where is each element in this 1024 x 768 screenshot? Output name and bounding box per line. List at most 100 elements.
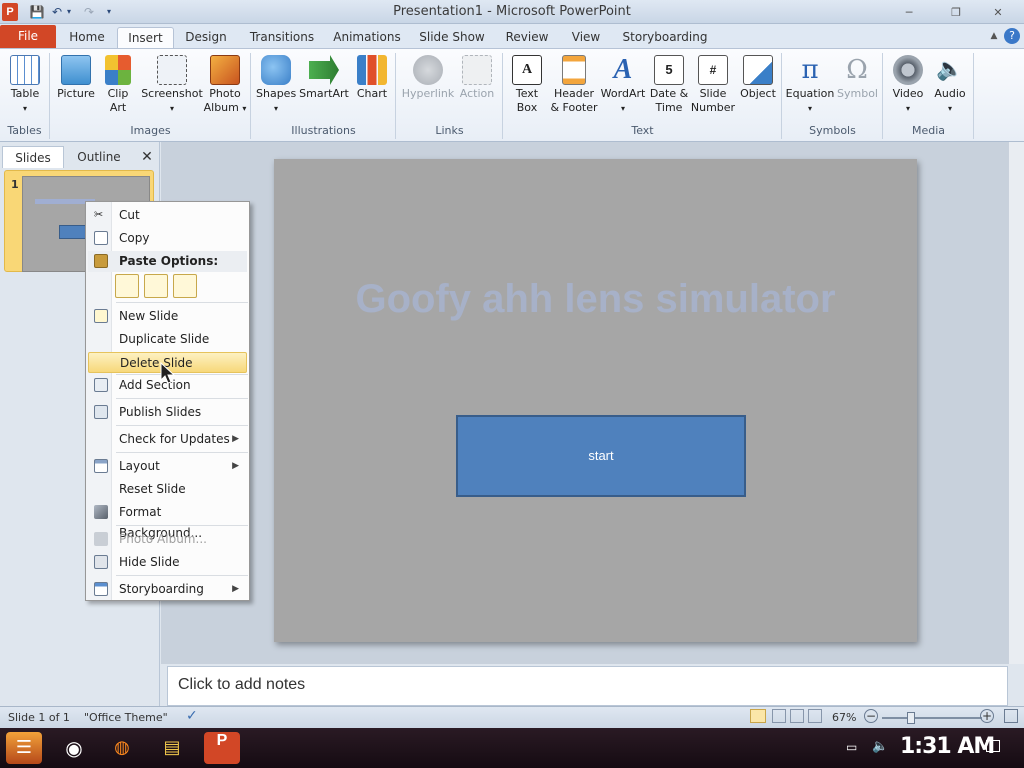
- title-bar: P 💾 ↶ ▾ ↷ ▾ Presentation1 - Microsoft Po…: [0, 0, 1024, 24]
- normal-view-icon[interactable]: [750, 709, 766, 723]
- menu-separator: [116, 452, 248, 453]
- use-destination-theme-icon[interactable]: [115, 274, 139, 298]
- minimize-button[interactable]: ─: [897, 5, 921, 21]
- volume-icon[interactable]: 🔈: [872, 739, 888, 754]
- new-slide-icon: [94, 309, 108, 323]
- video-button[interactable]: Video ▾: [888, 55, 928, 116]
- tab-file[interactable]: File: [0, 25, 56, 48]
- shapes-icon: [261, 55, 291, 85]
- menu-item-cut[interactable]: ✂ Cut: [88, 205, 247, 226]
- menu-header-paste-options: Paste Options:: [88, 251, 247, 272]
- table-button[interactable]: Table ▾: [6, 55, 44, 116]
- add-section-icon: [94, 378, 108, 392]
- firefox-icon[interactable]: ◍: [104, 732, 140, 764]
- zoom-slider-thumb[interactable]: [907, 712, 915, 724]
- equation-button[interactable]: π Equation ▾: [785, 55, 835, 116]
- notes-pane[interactable]: Click to add notes: [167, 666, 1008, 706]
- restore-button[interactable]: ❐: [944, 5, 968, 21]
- menu-item-check-for-updates[interactable]: Check for Updates ▶: [88, 429, 247, 450]
- audio-button[interactable]: 🔈 Audio ▾: [930, 55, 970, 116]
- zoom-slider-track[interactable]: [882, 717, 982, 719]
- tab-home[interactable]: Home: [62, 27, 112, 49]
- ribbon-group-label: Media: [911, 124, 946, 137]
- action-button[interactable]: Action: [457, 55, 497, 101]
- menu-item-new-slide[interactable]: New Slide: [88, 306, 247, 327]
- tab-review[interactable]: Review: [500, 27, 554, 49]
- hyperlink-button[interactable]: Hyperlink: [401, 55, 455, 101]
- tab-slides[interactable]: Slides: [2, 146, 64, 168]
- help-icon[interactable]: ?: [1004, 28, 1020, 44]
- ribbon-group-tables: Table ▾ Tables: [0, 53, 50, 139]
- slide-context-menu: ✂ Cut Copy Paste Options: New Slide Dupl…: [85, 201, 250, 601]
- redo-icon[interactable]: ↷: [80, 3, 98, 21]
- powerpoint-taskbar-icon[interactable]: P: [204, 732, 240, 764]
- fit-slide-icon[interactable]: [1004, 709, 1018, 723]
- chrome-icon[interactable]: ◉: [56, 732, 92, 764]
- wordart-button[interactable]: A WordArt ▾: [600, 55, 646, 116]
- clip-art-button[interactable]: Clip Art: [103, 55, 133, 115]
- close-button[interactable]: ✕: [986, 5, 1010, 21]
- slide-number-button[interactable]: # Slide Number: [690, 55, 736, 115]
- screenshot-button[interactable]: Screenshot ▾: [139, 55, 205, 116]
- menu-item-storyboarding[interactable]: Storyboarding ▶: [88, 579, 247, 600]
- menu-item-photo-album[interactable]: Photo Album...: [88, 529, 247, 550]
- hyperlink-icon: [413, 55, 443, 85]
- date-time-button[interactable]: 5 Date & Time: [648, 55, 690, 115]
- format-background-icon: [94, 505, 108, 519]
- storyboarding-icon: [94, 582, 108, 596]
- menu-item-duplicate-slide[interactable]: Duplicate Slide: [88, 329, 247, 350]
- tab-animations[interactable]: Animations: [331, 27, 403, 49]
- reading-view-icon[interactable]: [790, 709, 804, 723]
- spell-check-icon[interactable]: ✓: [186, 708, 198, 724]
- symbol-button[interactable]: Ω Symbol: [837, 55, 878, 101]
- menu-item-copy[interactable]: Copy: [88, 228, 247, 249]
- picture-paste-icon[interactable]: [173, 274, 197, 298]
- minimize-ribbon-icon[interactable]: ▲: [986, 28, 1002, 44]
- picture-button[interactable]: Picture: [53, 55, 99, 101]
- vertical-scrollbar[interactable]: [1008, 142, 1024, 664]
- submenu-arrow-icon: ▶: [232, 584, 239, 594]
- object-button[interactable]: Object: [738, 55, 778, 101]
- menu-item-publish-slides[interactable]: Publish Slides: [88, 402, 247, 423]
- tab-transitions[interactable]: Transitions: [245, 27, 319, 49]
- smartart-button[interactable]: SmartArt: [298, 55, 350, 101]
- network-icon[interactable]: ▭: [846, 740, 857, 754]
- text-box-button[interactable]: A Text Box: [508, 55, 546, 115]
- header-footer-button[interactable]: Header & Footer: [548, 55, 600, 115]
- menu-separator: [116, 575, 248, 576]
- file-explorer-icon[interactable]: ▤: [154, 732, 190, 764]
- tab-slide-show[interactable]: Slide Show: [416, 27, 488, 49]
- slide-show-icon[interactable]: [808, 709, 822, 723]
- tab-insert[interactable]: Insert: [117, 27, 174, 49]
- save-icon[interactable]: 💾: [28, 3, 46, 21]
- keep-source-formatting-icon[interactable]: [144, 274, 168, 298]
- menu-item-layout[interactable]: Layout ▶: [88, 456, 247, 477]
- slide-sorter-icon[interactable]: [772, 709, 786, 723]
- customize-qat-icon[interactable]: ▾: [104, 3, 114, 21]
- menu-item-hide-slide[interactable]: Hide Slide: [88, 552, 247, 573]
- slide-canvas[interactable]: Goofy ahh lens simulator start: [274, 159, 917, 642]
- start-icon[interactable]: ☰: [6, 732, 42, 764]
- action-center-icon[interactable]: [986, 740, 1000, 752]
- zoom-out-icon[interactable]: −: [864, 709, 878, 723]
- undo-dropdown-icon[interactable]: ▾: [64, 3, 74, 21]
- tab-outline[interactable]: Outline: [66, 146, 132, 168]
- tab-view[interactable]: View: [563, 27, 609, 49]
- powerpoint-app-icon[interactable]: P: [2, 3, 18, 21]
- start-shape[interactable]: start: [456, 415, 746, 497]
- shapes-button[interactable]: Shapes ▾: [256, 55, 296, 116]
- taskbar-clock[interactable]: 1:31 AM: [900, 734, 995, 759]
- chart-button[interactable]: Chart: [354, 55, 390, 101]
- photo-album-button[interactable]: Photo Album ▾: [203, 55, 247, 116]
- slide-editor: Goofy ahh lens simulator start: [161, 142, 1008, 664]
- zoom-level[interactable]: 67%: [832, 711, 856, 724]
- tab-storyboarding[interactable]: Storyboarding: [620, 27, 710, 49]
- tab-design[interactable]: Design: [178, 27, 234, 49]
- slide-title[interactable]: Goofy ahh lens simulator: [274, 277, 917, 322]
- submenu-arrow-icon: ▶: [232, 434, 239, 444]
- close-icon[interactable]: ✕: [138, 148, 156, 166]
- ribbon-group-illustrations: Shapes ▾ SmartArt Chart Illustrations: [252, 53, 396, 139]
- menu-item-reset-slide[interactable]: Reset Slide: [88, 479, 247, 500]
- zoom-in-icon[interactable]: +: [980, 709, 994, 723]
- menu-item-format-background[interactable]: Format Background...: [88, 502, 247, 540]
